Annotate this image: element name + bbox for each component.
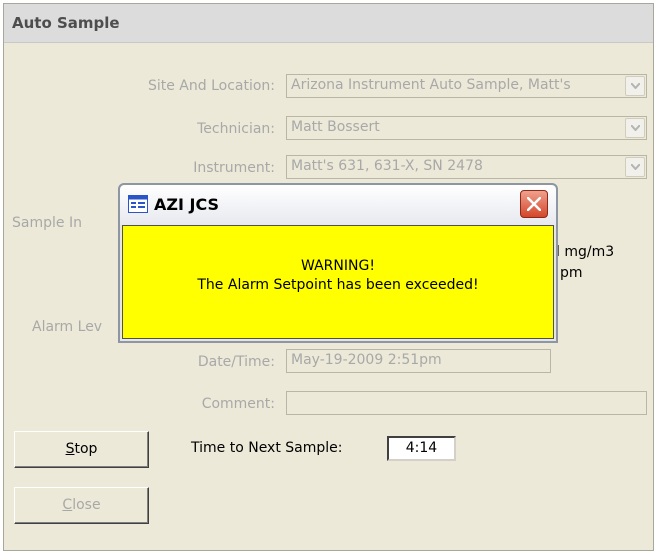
next-sample-countdown: 4:14 bbox=[387, 436, 456, 461]
technician-label: Technician: bbox=[197, 121, 275, 137]
warning-message-area: WARNING! The Alarm Setpoint has been exc… bbox=[122, 225, 554, 339]
site-select[interactable]: Arizona Instrument Auto Sample, Matt's bbox=[286, 74, 647, 98]
close-label: lose bbox=[72, 497, 101, 513]
reading-unit-1: l mg/m3 bbox=[556, 244, 615, 260]
datetime-value: May-19-2009 2:51pm bbox=[291, 352, 442, 368]
site-label: Site And Location: bbox=[147, 78, 275, 94]
dialog-title-bar[interactable]: AZI JCS bbox=[120, 185, 556, 225]
dialog-title: AZI JCS bbox=[154, 195, 220, 214]
site-value: Arizona Instrument Auto Sample, Matt's bbox=[291, 77, 571, 93]
comment-field[interactable] bbox=[286, 391, 647, 415]
dialog-close-button[interactable] bbox=[520, 190, 548, 218]
chevron-down-icon[interactable] bbox=[625, 76, 645, 96]
instrument-label: Instrument: bbox=[193, 160, 275, 176]
sample-interval-label: Sample In bbox=[12, 215, 82, 231]
technician-value: Matt Bossert bbox=[291, 119, 380, 135]
instrument-value: Matt's 631, 631-X, SN 2478 bbox=[291, 158, 483, 174]
comment-label: Comment: bbox=[201, 396, 275, 412]
reading-unit-2: pm bbox=[560, 265, 583, 281]
datetime-field[interactable]: May-19-2009 2:51pm bbox=[286, 349, 551, 373]
warning-dialog: AZI JCS WARNING! The Alarm Setpoint has … bbox=[118, 183, 558, 343]
datetime-label: Date/Time: bbox=[197, 354, 275, 370]
stop-label: top bbox=[74, 441, 98, 457]
warning-heading: WARNING! bbox=[301, 258, 375, 274]
close-mnemonic: C bbox=[62, 497, 73, 513]
window-title: Auto Sample bbox=[12, 14, 120, 32]
instrument-select[interactable]: Matt's 631, 631-X, SN 2478 bbox=[286, 155, 647, 179]
alarm-level-label: Alarm Lev bbox=[32, 319, 103, 335]
next-sample-label: Time to Next Sample: bbox=[191, 440, 343, 456]
close-icon bbox=[527, 197, 541, 211]
chevron-down-icon[interactable] bbox=[625, 157, 645, 177]
technician-select[interactable]: Matt Bossert bbox=[286, 116, 647, 140]
close-button[interactable]: Close bbox=[14, 487, 149, 524]
warning-message: The Alarm Setpoint has been exceeded! bbox=[197, 277, 479, 293]
window-app-icon bbox=[128, 195, 148, 217]
stop-button[interactable]: Stop bbox=[14, 431, 149, 468]
window-title-bar: Auto Sample bbox=[4, 4, 653, 43]
chevron-down-icon[interactable] bbox=[625, 118, 645, 138]
